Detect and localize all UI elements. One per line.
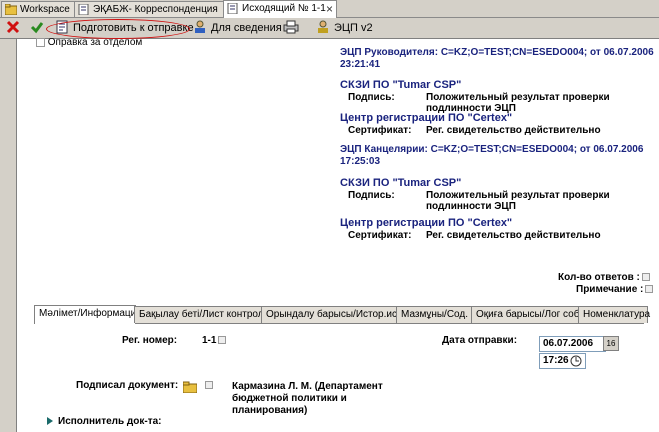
info-label: Для сведения	[211, 22, 282, 34]
cert-value-2: Рег. свидетельство действительно	[426, 230, 601, 241]
close-icon	[6, 20, 20, 34]
ecp-label: ЭЦП v2	[334, 22, 373, 34]
sign-value-2b: подлинности ЭЦП	[426, 201, 516, 212]
tab-workspace[interactable]: Workspace	[1, 1, 75, 17]
note-field[interactable]	[645, 285, 654, 294]
answers-count-label: Кол-во ответов :	[558, 272, 650, 283]
ecp-office-line1: ЭЦП Канцелярии: C=KZ;O=TEST;CN=ESEDO004;…	[340, 144, 644, 155]
close-tab-icon[interactable]: ×	[326, 1, 333, 17]
reg-number-handle	[218, 336, 227, 345]
calendar-button[interactable]: 16	[603, 336, 619, 351]
for-information-button[interactable]: Для сведения	[193, 19, 282, 37]
signed-by-label: Подписал документ:	[76, 380, 179, 391]
signed-by-handle	[205, 381, 213, 389]
tab-event-log[interactable]: Оқиға барысы/Лог соб.	[471, 306, 582, 323]
sign-value-2a: Положительный результат проверки	[426, 190, 610, 201]
printer-icon	[283, 20, 299, 34]
reg-number-label: Рег. номер:	[122, 335, 178, 346]
sign-value-1a: Положительный результат проверки	[426, 92, 610, 103]
document-icon	[227, 3, 238, 14]
delete-button[interactable]	[6, 19, 20, 37]
center-1: Центр регистрации ПО "Certex"	[340, 112, 513, 124]
clock-icon[interactable]	[570, 355, 582, 367]
tab-label: Workspace	[20, 4, 70, 15]
cert-value-1: Рег. свидетельство действительно	[426, 125, 601, 136]
expand-arrow-icon[interactable]	[46, 416, 54, 426]
ecp-head-line1: ЭЦП Руководителя: C=KZ;O=TEST;CN=ESEDO00…	[340, 47, 654, 58]
ecp-head-line2: 23:21:41	[340, 59, 381, 70]
skzi-2: СКЗИ ПО "Tumar CSP"	[340, 177, 462, 189]
executor-label: Исполнитель док-та:	[58, 416, 162, 427]
reg-number-value[interactable]: 1-1	[202, 335, 227, 346]
sign-label-2: Подпись:	[348, 190, 395, 201]
signed-by-value-line3: планирования)	[232, 405, 308, 416]
skzi-1: СКЗИ ПО "Tumar CSP"	[340, 79, 462, 91]
ecp-office-line2: 17:25:03	[340, 156, 381, 167]
tab-outgoing[interactable]: Исходящий № 1-1 ×	[223, 0, 337, 18]
note-label: Примечание :	[576, 284, 654, 295]
signed-by-value-line2: бюджетной политики и	[232, 393, 347, 404]
person-icon	[195, 20, 205, 33]
folder-select-icon[interactable]	[183, 381, 197, 393]
tab-execution-history[interactable]: Орындалу барысы/Истор.исп.	[261, 306, 405, 323]
sign-label-1: Подпись:	[348, 92, 395, 103]
signed-by-value-line1: Кармазина Л. М. (Департамент	[232, 381, 383, 392]
approve-button[interactable]	[30, 19, 44, 37]
tab-control-sheet[interactable]: Бақылау беті/Лист контроля	[134, 306, 269, 323]
center-2: Центр регистрации ПО "Certex"	[340, 217, 513, 229]
tab-label: ЭҚАБЖ- Корреспонденция	[93, 4, 218, 15]
send-date-label: Дата отправки:	[442, 335, 518, 346]
left-gutter	[0, 39, 17, 432]
tab-label: Исходящий № 1-1	[242, 3, 326, 14]
document-icon	[78, 4, 89, 15]
send-date-field[interactable]: 06.07.2006	[539, 336, 606, 352]
tab-nomenclature[interactable]: Номенклатура	[578, 306, 650, 323]
ecp-v2-button[interactable]: ЭЦП v2	[316, 19, 373, 37]
print-button[interactable]	[283, 19, 299, 37]
checkbox[interactable]	[36, 38, 45, 47]
tab-contents[interactable]: Мазмұны/Сод.	[396, 306, 473, 323]
window-tab-bar: Workspace ЭҚАБЖ- Корреспонденция Исходящ…	[0, 0, 659, 18]
answers-count-field[interactable]	[641, 273, 650, 282]
signature-person-icon	[318, 20, 328, 33]
checkbox-row[interactable]: Оправка за отделом	[36, 38, 142, 47]
folder-icon	[5, 4, 17, 15]
tab-info[interactable]: Мәлімет/Информация	[34, 305, 142, 324]
check-icon	[30, 22, 44, 34]
checkbox-label: Оправка за отделом	[47, 38, 143, 47]
tab-correspondence[interactable]: ЭҚАБЖ- Корреспонденция	[74, 1, 233, 17]
cert-label-1: Сертификат:	[348, 125, 412, 136]
highlight-oval	[46, 19, 190, 39]
cert-label-2: Сертификат:	[348, 230, 412, 241]
